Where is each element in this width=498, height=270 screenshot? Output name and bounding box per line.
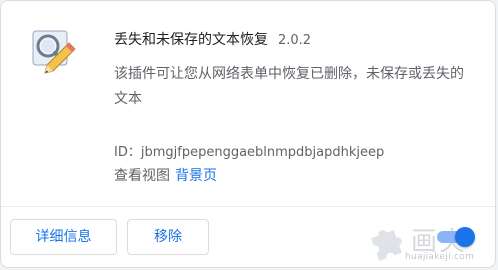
- extension-card: 丢失和未保存的文本恢复 2.0.2 该插件可让您从网络表单中恢复已删除，未保存或丢…: [0, 0, 496, 268]
- extension-id-label: ID：: [114, 145, 141, 160]
- puzzle-icon: [371, 230, 402, 261]
- enable-toggle[interactable]: [437, 227, 475, 247]
- watermark: 画夹 huajiakeji.com: [365, 219, 495, 267]
- card-divider: [1, 206, 495, 207]
- watermark-site: huajiakeji.com: [405, 252, 475, 262]
- inspect-views-label: 查看视图: [114, 168, 170, 184]
- background-page-link[interactable]: 背景页: [175, 168, 217, 184]
- extension-title-row: 丢失和未保存的文本恢复 2.0.2: [114, 29, 311, 49]
- extension-version: 2.0.2: [278, 33, 312, 48]
- magnifier-pencil-icon: [32, 30, 76, 74]
- extension-id-value: jbmgjfpepenggaeblnmpdbjapdhkjeep: [140, 145, 385, 160]
- details-button[interactable]: 详细信息: [10, 219, 117, 255]
- remove-button[interactable]: 移除: [127, 219, 209, 255]
- inspect-views: 查看视图 背景页: [114, 165, 217, 185]
- extension-name: 丢失和未保存的文本恢复: [114, 32, 268, 48]
- toggle-knob: [455, 227, 475, 247]
- extension-description: 该插件可让您从网络表单中恢复已删除，未保存或丢失的文本: [114, 66, 464, 107]
- extension-id: ID：jbmgjfpepenggaeblnmpdbjapdhkjeep: [114, 141, 384, 160]
